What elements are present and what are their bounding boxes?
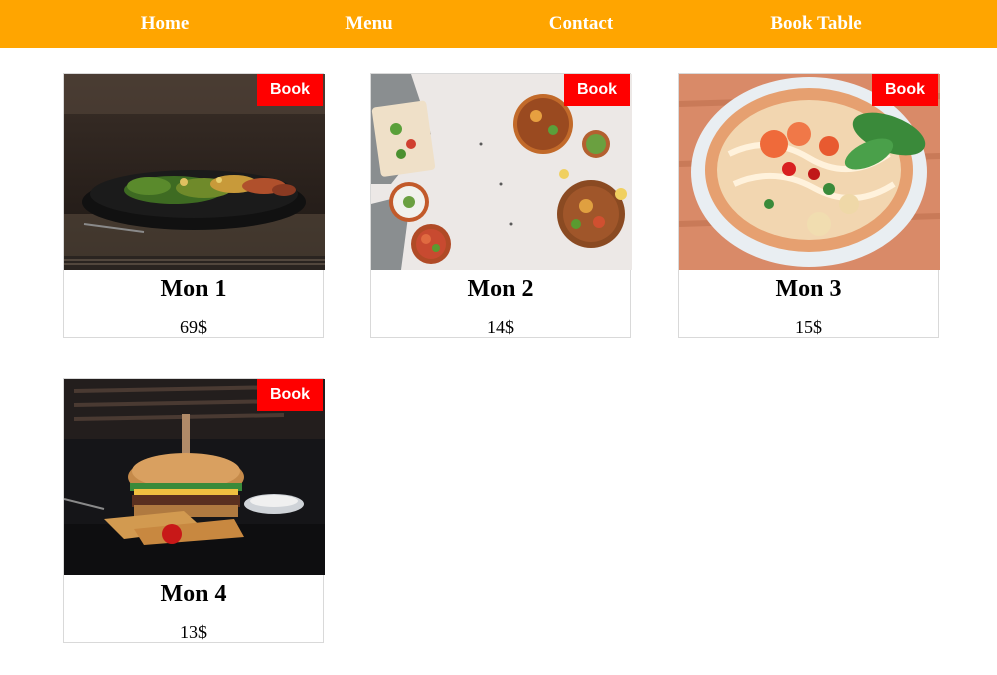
dish-name: Mon 3: [775, 276, 842, 302]
nav-home-link[interactable]: Home: [141, 0, 190, 48]
dish-card: Book Mon 3 15$: [678, 73, 940, 338]
nav-book-table-link[interactable]: Book Table: [770, 0, 861, 48]
nav-contact-link[interactable]: Contact: [549, 0, 613, 48]
nav-menu-link[interactable]: Menu: [345, 0, 393, 48]
dish-name: Mon 2: [467, 276, 534, 302]
book-button[interactable]: Book: [564, 74, 630, 106]
book-button[interactable]: Book: [257, 379, 323, 411]
dish-card: Book Mon 1 69$: [63, 73, 325, 338]
dish-price: 69$: [180, 317, 207, 337]
book-button[interactable]: Book: [257, 74, 323, 106]
dish-card: Book Mon 4 13$: [63, 378, 325, 643]
top-navbar: Home Menu Contact Book Table: [0, 0, 997, 48]
dish-name: Mon 4: [160, 581, 227, 607]
book-button[interactable]: Book: [872, 74, 938, 106]
dish-price: 14$: [487, 317, 514, 337]
dish-card: Book Mon 2 14$: [370, 73, 632, 338]
dish-price: 15$: [795, 317, 822, 337]
dish-name: Mon 1: [160, 276, 227, 302]
dish-price: 13$: [180, 622, 207, 642]
